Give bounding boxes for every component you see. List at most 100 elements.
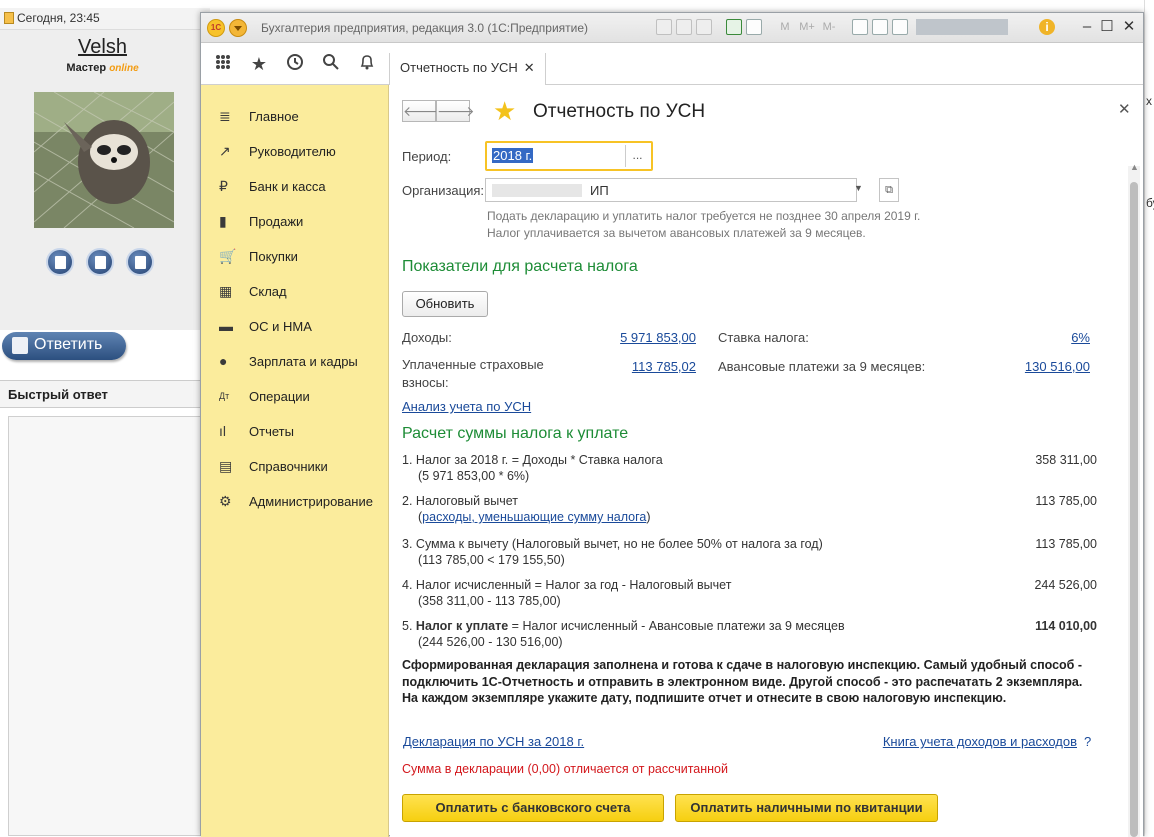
form-title: Отчетность по УСН	[533, 101, 706, 122]
organization-field[interactable]: ИП ▼	[485, 178, 863, 202]
tab-usn-reports[interactable]: Отчетность по УСН ✕	[389, 53, 546, 85]
period-input[interactable]: 2018 г.	[490, 147, 618, 165]
sidebar-item-purchases[interactable]: 🛒 Покупки	[201, 244, 389, 268]
favorite-star-icon[interactable]: ★	[493, 96, 516, 127]
sidebar-item-label: Отчеты	[249, 423, 294, 439]
calc-row-text: 5. Налог к уплате = Налог исчисленный - …	[402, 619, 845, 633]
sidebar-item-label: Администрирование	[249, 493, 373, 509]
tab-close-icon[interactable]: ✕	[524, 60, 535, 75]
profile-button[interactable]	[46, 248, 74, 276]
advance-label: Авансовые платежи за 9 месяцев:	[718, 359, 926, 374]
nav-icons: ★	[201, 43, 389, 85]
insurance-value-link[interactable]: 113 785,02	[596, 359, 696, 374]
deadline-hint: Подать декларацию и уплатить налог требу…	[487, 209, 921, 223]
open-organization-button[interactable]: ⧉	[879, 178, 899, 202]
quote-button[interactable]	[86, 248, 114, 276]
sidebar-item-main[interactable]: ≣ Главное	[201, 104, 389, 128]
calculator-icon[interactable]	[726, 19, 742, 35]
sidebar-item-administration[interactable]: ⚙ Администрирование	[201, 489, 389, 513]
calc-row-text: 2. Налоговый вычет	[402, 494, 519, 508]
panels-icon[interactable]	[892, 19, 908, 35]
window-icon[interactable]	[872, 19, 888, 35]
tax-rate-label: Ставка налога:	[718, 330, 809, 345]
sidebar-item-bank[interactable]: ₽ Банк и касса	[201, 174, 389, 198]
memory-subtract-button[interactable]: M-	[820, 21, 838, 33]
refresh-button[interactable]: Обновить	[402, 291, 488, 317]
org-value: ИП	[590, 183, 609, 198]
title-toolbar: M M+ M-	[656, 19, 1012, 35]
save-icon[interactable]	[656, 19, 672, 35]
calc-row-text: 3. Сумма к вычету (Налоговый вычет, но н…	[402, 537, 823, 551]
bell-icon[interactable]	[357, 53, 377, 76]
edge-fragment: бу	[1146, 196, 1154, 210]
scroll-thumb[interactable]	[1130, 182, 1138, 837]
org-label: Организация:	[402, 183, 485, 198]
calc-row-value: 358 311,00	[1035, 453, 1097, 467]
sidebar-item-label: Операции	[249, 388, 310, 404]
quick-reply-textarea[interactable]	[8, 416, 204, 836]
history-icon[interactable]	[285, 53, 305, 76]
back-button[interactable]: 🡐	[402, 100, 441, 122]
sidebar-item-management[interactable]: ↗ Руководителю	[201, 139, 389, 163]
message-button[interactable]	[126, 248, 154, 276]
calendar-icon[interactable]	[746, 19, 762, 35]
favorites-icon[interactable]: ★	[249, 54, 269, 75]
minimize-button[interactable]: –	[1077, 17, 1097, 37]
advance-hint: Налог уплачивается за вычетом авансовых …	[487, 226, 866, 240]
print-icon[interactable]	[676, 19, 692, 35]
forum-date: Сегодня, 23:45	[17, 11, 100, 25]
income-book-link[interactable]: Книга учета доходов и расходов	[883, 734, 1077, 749]
sidebar-item-directories[interactable]: ▤ Справочники	[201, 454, 389, 478]
calc-row-value: 114 010,00	[1035, 619, 1097, 633]
info-icon[interactable]: i	[1039, 19, 1055, 35]
calc-row-value: 244 526,00	[1034, 578, 1097, 592]
expenses-link[interactable]: расходы, уменьшающие сумму налога	[422, 510, 646, 524]
help-icon[interactable]: ?	[1084, 734, 1091, 749]
mismatch-warning: Сумма в декларации (0,00) отличается от …	[402, 762, 728, 776]
vertical-scrollbar[interactable]: ▲	[1128, 162, 1140, 837]
app-window: 1С Бухгалтерия предприятия, редакция 3.0…	[200, 12, 1144, 837]
tax-rate-value-link[interactable]: 6%	[1010, 330, 1090, 345]
close-form-icon[interactable]: ✕	[1118, 100, 1131, 118]
user-panel: Velsh Мастер online	[0, 30, 210, 330]
income-value-link[interactable]: 5 971 853,00	[576, 330, 696, 345]
period-select-button[interactable]: ...	[625, 145, 649, 167]
grid-menu-icon[interactable]	[213, 54, 233, 75]
sidebar-item-warehouse[interactable]: ▦ Склад	[201, 279, 389, 303]
sidebar-item-label: ОС и НМА	[249, 318, 312, 334]
pay-cash-button[interactable]: Оплатить наличными по квитанции	[675, 794, 938, 822]
zoom-icon[interactable]	[852, 19, 868, 35]
org-name-redacted	[492, 184, 582, 197]
sidebar-item-operations[interactable]: Дт Операции	[201, 384, 389, 408]
forward-button[interactable]: 🡒	[436, 100, 475, 122]
calc-row-formula: (358 311,00 - 113 785,00)	[418, 594, 561, 608]
main-menu-button[interactable]	[229, 19, 247, 37]
scroll-up-icon[interactable]: ▲	[1130, 162, 1139, 172]
pay-from-bank-button[interactable]: Оплатить с банковского счета	[402, 794, 664, 822]
advance-value-link[interactable]: 130 516,00	[990, 359, 1090, 374]
sidebar-item-sales[interactable]: ▮ Продажи	[201, 209, 389, 233]
sidebar-item-payroll[interactable]: ● Зарплата и кадры	[201, 349, 389, 373]
maximize-button[interactable]: ☐	[1097, 17, 1117, 37]
search-icon[interactable]	[321, 53, 341, 76]
sidebar-item-fixed-assets[interactable]: ▬ ОС и НМА	[201, 314, 389, 338]
memory-button[interactable]: M	[776, 21, 794, 33]
chevron-down-icon[interactable]: ▼	[854, 183, 863, 193]
rank-label: Мастер	[66, 62, 107, 74]
user-actions	[46, 248, 154, 276]
nav-bar: ★ Отчетность по УСН ✕	[201, 43, 1143, 85]
memory-add-button[interactable]: M+	[798, 21, 816, 33]
reply-button[interactable]: Ответить	[2, 332, 126, 360]
pencil-icon	[12, 337, 28, 354]
close-window-button[interactable]: ✕	[1119, 17, 1139, 37]
user-rank: Мастер online	[0, 62, 205, 74]
calc-row-text: 4. Налог исчисленный = Налог за год - На…	[402, 578, 732, 592]
ruble-icon: ₽	[219, 177, 228, 194]
declaration-link[interactable]: Декларация по УСН за 2018 г.	[403, 734, 584, 749]
username-link[interactable]: Velsh	[0, 36, 205, 59]
calc-row-value: 113 785,00	[1035, 494, 1097, 508]
preview-icon[interactable]	[696, 19, 712, 35]
analysis-link[interactable]: Анализ учета по УСН	[402, 399, 531, 414]
sidebar-item-reports[interactable]: ıl Отчеты	[201, 419, 389, 443]
trend-icon: ↗	[219, 142, 231, 159]
